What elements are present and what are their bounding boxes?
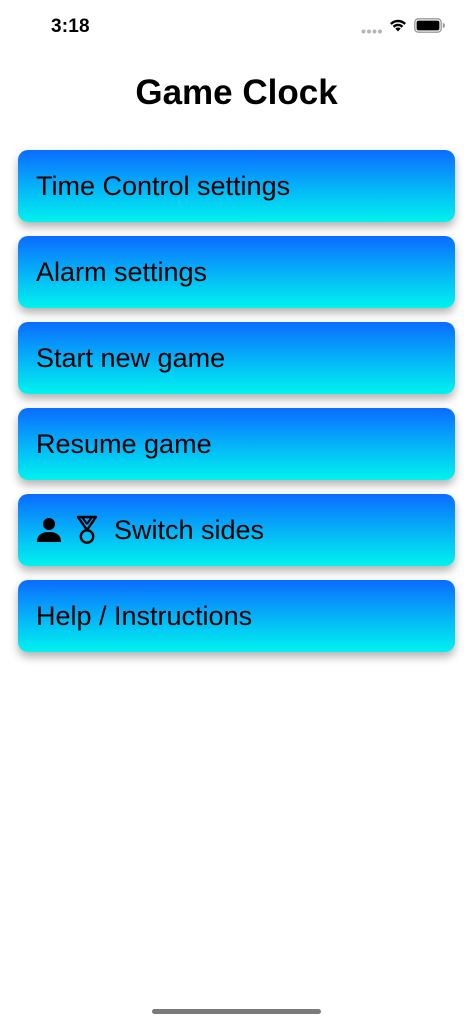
alarm-settings-label: Alarm settings	[36, 256, 208, 287]
main-menu: Time Control settings Alarm settings Sta…	[18, 150, 455, 666]
switch-sides-button[interactable]: Switch sides	[18, 494, 455, 566]
status-bar: 3:18	[0, 0, 473, 54]
switch-sides-label: Switch sides	[114, 514, 265, 545]
help-instructions-button[interactable]: Help / Instructions	[18, 580, 455, 652]
start-new-game-button[interactable]: Start new game	[18, 322, 455, 394]
help-instructions-label: Help / Instructions	[36, 600, 253, 631]
resume-game-label: Resume game	[36, 428, 212, 459]
time-control-settings-button[interactable]: Time Control settings	[18, 150, 455, 222]
time-control-settings-label: Time Control settings	[36, 170, 291, 201]
page-title: Game Clock	[135, 73, 338, 112]
battery-icon	[414, 18, 445, 33]
alarm-settings-button[interactable]: Alarm settings	[18, 236, 455, 308]
signal-dots-icon	[361, 29, 382, 34]
start-new-game-label: Start new game	[36, 342, 226, 373]
home-indicator[interactable]	[152, 1009, 321, 1014]
wifi-icon	[390, 19, 406, 32]
person-icon	[37, 518, 61, 542]
medal-icon	[76, 515, 98, 544]
resume-game-button[interactable]: Resume game	[18, 408, 455, 480]
status-time: 3:18	[51, 16, 90, 37]
